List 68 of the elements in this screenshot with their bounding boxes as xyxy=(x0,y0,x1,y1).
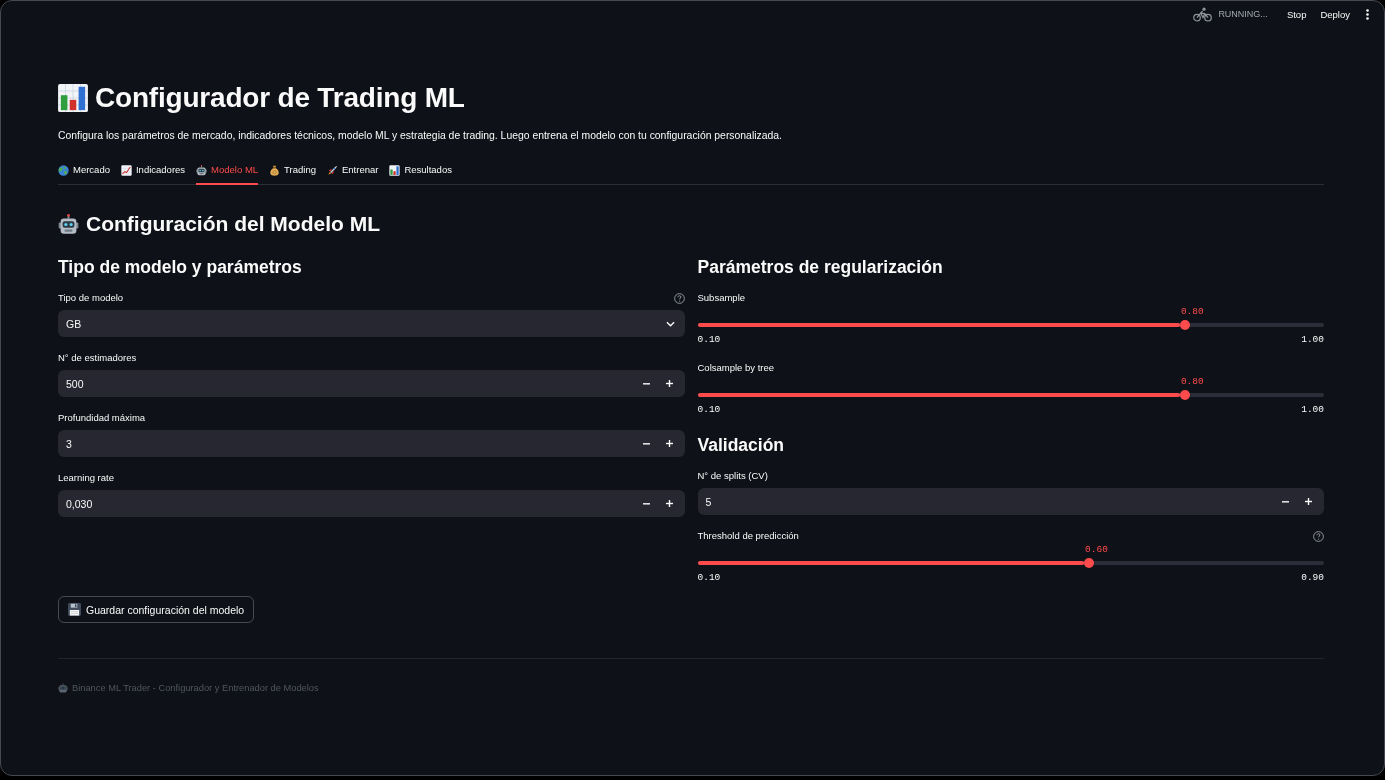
tab[interactable]: Indicadores xyxy=(120,163,186,185)
minus-icon xyxy=(642,382,650,385)
slider-handle[interactable] xyxy=(1179,320,1190,330)
help-icon[interactable] xyxy=(1313,530,1324,542)
slider-min-label: 0.10 xyxy=(697,403,721,417)
field-label: Learning rate xyxy=(58,471,114,485)
field-label: N° de estimadores xyxy=(58,351,137,365)
cyclist-icon xyxy=(1193,6,1213,22)
rocket-icon xyxy=(326,164,338,176)
kebab-menu-icon xyxy=(1366,8,1369,20)
minus-icon xyxy=(642,502,650,505)
deploy-button[interactable]: Deploy xyxy=(1315,5,1355,23)
slider-min-label: 0.10 xyxy=(697,571,721,585)
footer-text: Binance ML Trader - Configurador y Entrenador de Modelos xyxy=(72,683,319,693)
subheading: Tipo de modelo y parámetros xyxy=(58,256,303,279)
status-text: RUNNING... xyxy=(1218,9,1268,19)
line-chart-icon xyxy=(120,164,132,176)
select-field[interactable]: GB xyxy=(58,310,685,337)
subheading: Validación xyxy=(697,434,786,457)
bar-chart-icon xyxy=(58,84,88,112)
minus-icon xyxy=(642,442,650,445)
slider-value: 0.60 xyxy=(1085,544,1108,556)
slider-track[interactable] xyxy=(697,323,1324,327)
minus-icon xyxy=(1282,500,1289,503)
robot-icon xyxy=(58,683,68,693)
slider-track[interactable] xyxy=(697,393,1324,397)
bar-chart-icon xyxy=(389,164,401,176)
field-label: Threshold de predicción xyxy=(697,529,799,543)
chevron-down-icon xyxy=(665,320,675,327)
section-heading: Configuración del Modelo ML xyxy=(86,212,380,236)
number-input[interactable]: 500 xyxy=(58,370,685,397)
robot-icon xyxy=(58,213,79,235)
page-title: Configurador de Trading ML xyxy=(95,82,465,114)
field-label: Colsample by tree xyxy=(697,361,775,375)
tab[interactable]: Modelo ML xyxy=(196,163,259,185)
slider-value: 0.80 xyxy=(1180,306,1204,318)
globe-icon xyxy=(58,164,69,176)
field-label: N° de splits (CV) xyxy=(697,469,768,483)
plus-icon xyxy=(665,380,673,387)
money-bag-icon xyxy=(269,164,281,176)
stop-button[interactable]: Stop xyxy=(1281,5,1312,23)
slider-handle[interactable] xyxy=(1084,558,1095,568)
field-label: Tipo de modelo xyxy=(58,291,124,305)
menu-button[interactable] xyxy=(1363,6,1372,22)
slider-handle[interactable] xyxy=(1179,390,1190,400)
number-input[interactable]: 0,030 xyxy=(58,490,685,517)
number-input[interactable]: 3 xyxy=(58,430,685,457)
plus-icon xyxy=(665,500,673,507)
slider-track[interactable] xyxy=(697,561,1324,565)
tab[interactable]: Mercado xyxy=(58,163,110,185)
field-label: Subsample xyxy=(697,291,746,305)
tab[interactable]: Resultados xyxy=(389,163,452,185)
slider-min-label: 0.10 xyxy=(697,333,721,347)
number-input[interactable]: 5 xyxy=(697,488,1324,515)
subheading: Parámetros de regularización xyxy=(697,256,944,279)
save-button[interactable]: Guardar configuración del modelo xyxy=(58,596,255,623)
page-description: Configura los parámetros de mercado, indicadores técnicos, modelo ML y estrategia de trading. Luego entrena el modelo con tu configuración personalizada. xyxy=(58,129,783,143)
tab[interactable]: Entrenar xyxy=(326,163,379,185)
plus-icon xyxy=(665,440,673,447)
slider-max-label: 1.00 xyxy=(1301,333,1324,347)
slider-max-label: 1.00 xyxy=(1301,403,1324,417)
tab[interactable]: Trading xyxy=(269,163,316,185)
slider-max-label: 0.90 xyxy=(1301,571,1324,585)
help-icon[interactable] xyxy=(673,292,685,304)
robot-icon xyxy=(196,164,208,176)
slider-value: 0.80 xyxy=(1180,376,1204,388)
plus-icon xyxy=(1305,498,1312,505)
field-label: Profundidad máxima xyxy=(58,411,146,425)
